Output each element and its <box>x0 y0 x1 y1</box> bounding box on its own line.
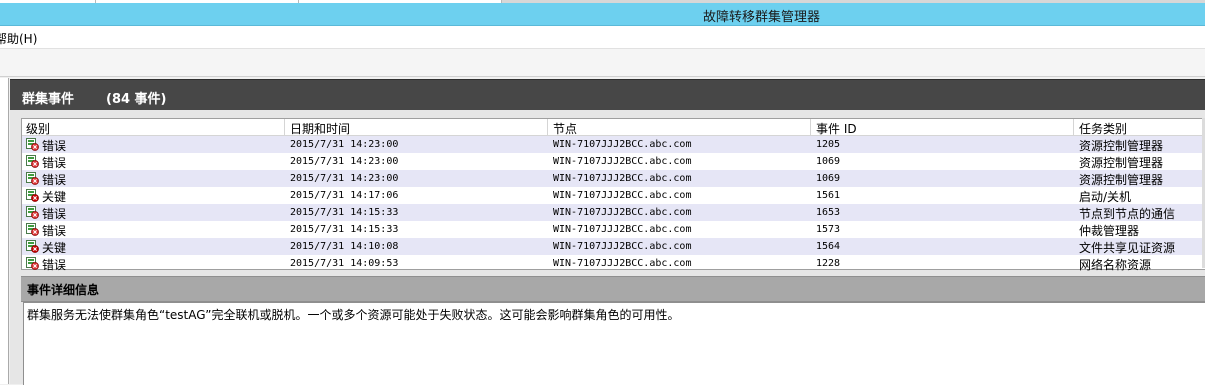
datetime-cell: 2015/7/31 14:17:06 <box>290 190 399 201</box>
events-table: 级别 日期和时间 节点 事件 ID 任务类别 错误 2015/7/31 14:23… <box>21 118 1205 272</box>
event-id-cell: 1205 <box>816 139 841 150</box>
error-icon <box>26 223 39 236</box>
task-category-cell: 文件共享见证资源 <box>1079 241 1176 255</box>
table-row[interactable]: 错误 2015/7/31 14:23:00 WIN-7107JJJ2BCC.abc.… <box>22 136 1205 153</box>
level-cell: 错误 <box>42 173 67 187</box>
event-id-cell: 1561 <box>816 190 841 201</box>
toolbar <box>0 49 1205 77</box>
column-header-task-category[interactable]: 任务类别 <box>1079 120 1127 137</box>
level-cell: 关键 <box>42 241 67 255</box>
task-category-cell: 资源控制管理器 <box>1079 173 1164 187</box>
datetime-cell: 2015/7/31 14:15:33 <box>290 224 399 235</box>
event-id-cell: 1653 <box>816 207 841 218</box>
task-category-cell: 启动/关机 <box>1079 190 1132 204</box>
node-cell: WIN-7107JJJ2BCC.abc.com <box>553 258 692 269</box>
datetime-cell: 2015/7/31 14:09:53 <box>290 258 399 269</box>
table-header: 级别 日期和时间 节点 事件 ID 任务类别 <box>22 119 1205 136</box>
cluster-events-header: 群集事件 (84 事件) <box>10 79 1205 110</box>
column-header-level[interactable]: 级别 <box>26 120 50 137</box>
column-divider[interactable] <box>1073 119 1074 135</box>
critical-icon <box>26 189 39 202</box>
datetime-cell: 2015/7/31 14:23:00 <box>290 139 399 150</box>
node-cell: WIN-7107JJJ2BCC.abc.com <box>553 156 692 167</box>
events-count: (84 事件) <box>106 92 167 107</box>
node-cell: WIN-7107JJJ2BCC.abc.com <box>553 139 692 150</box>
event-details-body: 群集服务无法使群集角色“testAG”完全联机或脱机。一个或多个资源可能处于失败… <box>23 302 1205 385</box>
event-id-cell: 1228 <box>816 258 841 269</box>
error-icon <box>26 155 39 168</box>
task-category-cell: 资源控制管理器 <box>1079 139 1164 153</box>
level-cell: 错误 <box>42 258 67 272</box>
event-details-header: 事件详细信息 <box>21 276 1205 302</box>
table-row[interactable]: 错误 2015/7/31 14:23:00 WIN-7107JJJ2BCC.abc.… <box>22 170 1205 187</box>
column-header-event-id[interactable]: 事件 ID <box>816 120 857 137</box>
level-cell: 错误 <box>42 224 67 238</box>
error-icon <box>26 206 39 219</box>
level-cell: 错误 <box>42 207 67 221</box>
menu-help[interactable]: 帮助(H) <box>0 30 37 47</box>
datetime-cell: 2015/7/31 14:23:00 <box>290 156 399 167</box>
table-row[interactable]: 错误 2015/7/31 14:15:33 WIN-7107JJJ2BCC.abc.… <box>22 204 1205 221</box>
event-id-cell: 1573 <box>816 224 841 235</box>
event-id-cell: 1564 <box>816 241 841 252</box>
task-category-cell: 节点到节点的通信 <box>1079 207 1176 221</box>
node-cell: WIN-7107JJJ2BCC.abc.com <box>553 173 692 184</box>
node-cell: WIN-7107JJJ2BCC.abc.com <box>553 207 692 218</box>
window-title: 故障转移群集管理器 <box>703 10 821 25</box>
task-category-cell: 网络名称资源 <box>1079 258 1152 272</box>
column-divider[interactable] <box>810 119 811 135</box>
event-details-message: 群集服务无法使群集角色“testAG”完全联机或脱机。一个或多个资源可能处于失败… <box>27 308 680 322</box>
table-row[interactable]: 错误 2015/7/31 14:09:53 WIN-7107JJJ2BCC.abc.… <box>22 255 1205 272</box>
task-category-cell: 仲裁管理器 <box>1079 224 1140 238</box>
navigation-pane-edge <box>0 78 9 384</box>
column-header-node[interactable]: 节点 <box>553 120 577 137</box>
title-bar: 故障转移群集管理器 <box>0 3 1205 26</box>
node-cell: WIN-7107JJJ2BCC.abc.com <box>553 190 692 201</box>
table-row[interactable]: 错误 2015/7/31 14:15:33 WIN-7107JJJ2BCC.abc.… <box>22 221 1205 238</box>
level-cell: 错误 <box>42 156 67 170</box>
table-row[interactable]: 关键 2015/7/31 14:10:08 WIN-7107JJJ2BCC.abc.… <box>22 238 1205 255</box>
event-id-cell: 1069 <box>816 173 841 184</box>
column-divider[interactable] <box>547 119 548 135</box>
table-row[interactable]: 关键 2015/7/31 14:17:06 WIN-7107JJJ2BCC.abc.… <box>22 187 1205 204</box>
error-icon <box>26 138 39 151</box>
level-cell: 关键 <box>42 190 67 204</box>
level-cell: 错误 <box>42 139 67 153</box>
datetime-cell: 2015/7/31 14:23:00 <box>290 173 399 184</box>
events-title: 群集事件 <box>22 92 75 107</box>
task-category-cell: 资源控制管理器 <box>1079 156 1164 170</box>
error-icon <box>26 172 39 185</box>
critical-icon <box>26 240 39 253</box>
event-details-title: 事件详细信息 <box>27 283 100 297</box>
node-cell: WIN-7107JJJ2BCC.abc.com <box>553 241 692 252</box>
node-cell: WIN-7107JJJ2BCC.abc.com <box>553 224 692 235</box>
menu-bar: 帮助(H) <box>0 26 1205 49</box>
event-id-cell: 1069 <box>816 156 841 167</box>
table-row[interactable]: 错误 2015/7/31 14:23:00 WIN-7107JJJ2BCC.abc.… <box>22 153 1205 170</box>
datetime-cell: 2015/7/31 14:15:33 <box>290 207 399 218</box>
error-icon <box>26 257 39 270</box>
column-header-datetime[interactable]: 日期和时间 <box>290 120 350 137</box>
column-divider[interactable] <box>284 119 285 135</box>
datetime-cell: 2015/7/31 14:10:08 <box>290 241 399 252</box>
